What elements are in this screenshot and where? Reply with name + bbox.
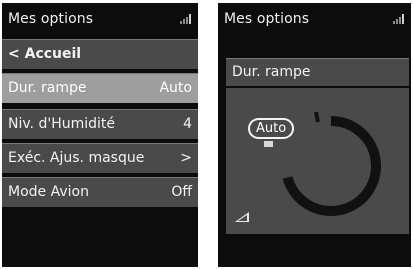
ramp-icon [235, 212, 249, 222]
menu-item-mask-fit[interactable]: Exéc. Ajus. masque > [2, 143, 198, 173]
signal-strength-icon [180, 14, 192, 24]
ramp-dial[interactable] [226, 88, 409, 234]
left-screen: Mes options < Accueil Dur. rampe Auto Ni… [2, 3, 198, 267]
menu-item-value: 4 [183, 116, 192, 132]
ramp-value-badge: Auto [248, 118, 295, 139]
signal-strength-icon [393, 14, 405, 24]
menu-item-label: Niv. d'Humidité [8, 116, 116, 132]
back-arrow-icon: < [8, 46, 20, 62]
setting-header: Dur. rampe [226, 58, 409, 86]
menu-item-label: Dur. rampe [8, 80, 87, 96]
ramp-setting-panel[interactable]: Auto [226, 88, 409, 234]
screen-title: Mes options [224, 11, 310, 27]
menu-item-value: Auto [159, 80, 192, 96]
menu-item-ramp-duration[interactable]: Dur. rampe Auto [2, 73, 198, 103]
screen-title: Mes options [8, 11, 94, 27]
status-bar: Mes options [218, 3, 411, 33]
chevron-right-icon: > [180, 150, 192, 166]
ramp-dial-start-notch [314, 111, 320, 123]
value-marker [264, 141, 273, 147]
ramp-dial-arc [282, 116, 381, 216]
menu-item-humidity-level[interactable]: Niv. d'Humidité 4 [2, 109, 198, 139]
setting-title: Dur. rampe [232, 64, 311, 80]
menu-item-label: Exéc. Ajus. masque [8, 150, 145, 166]
back-label: Accueil [24, 46, 82, 62]
menu-item-value: Off [171, 184, 192, 200]
right-screen: Mes options Dur. rampe Auto [218, 3, 411, 267]
back-button[interactable]: < Accueil [2, 39, 198, 69]
menu-item-airplane-mode[interactable]: Mode Avion Off [2, 177, 198, 207]
menu-item-label: Mode Avion [8, 184, 89, 200]
status-bar: Mes options [2, 3, 198, 33]
